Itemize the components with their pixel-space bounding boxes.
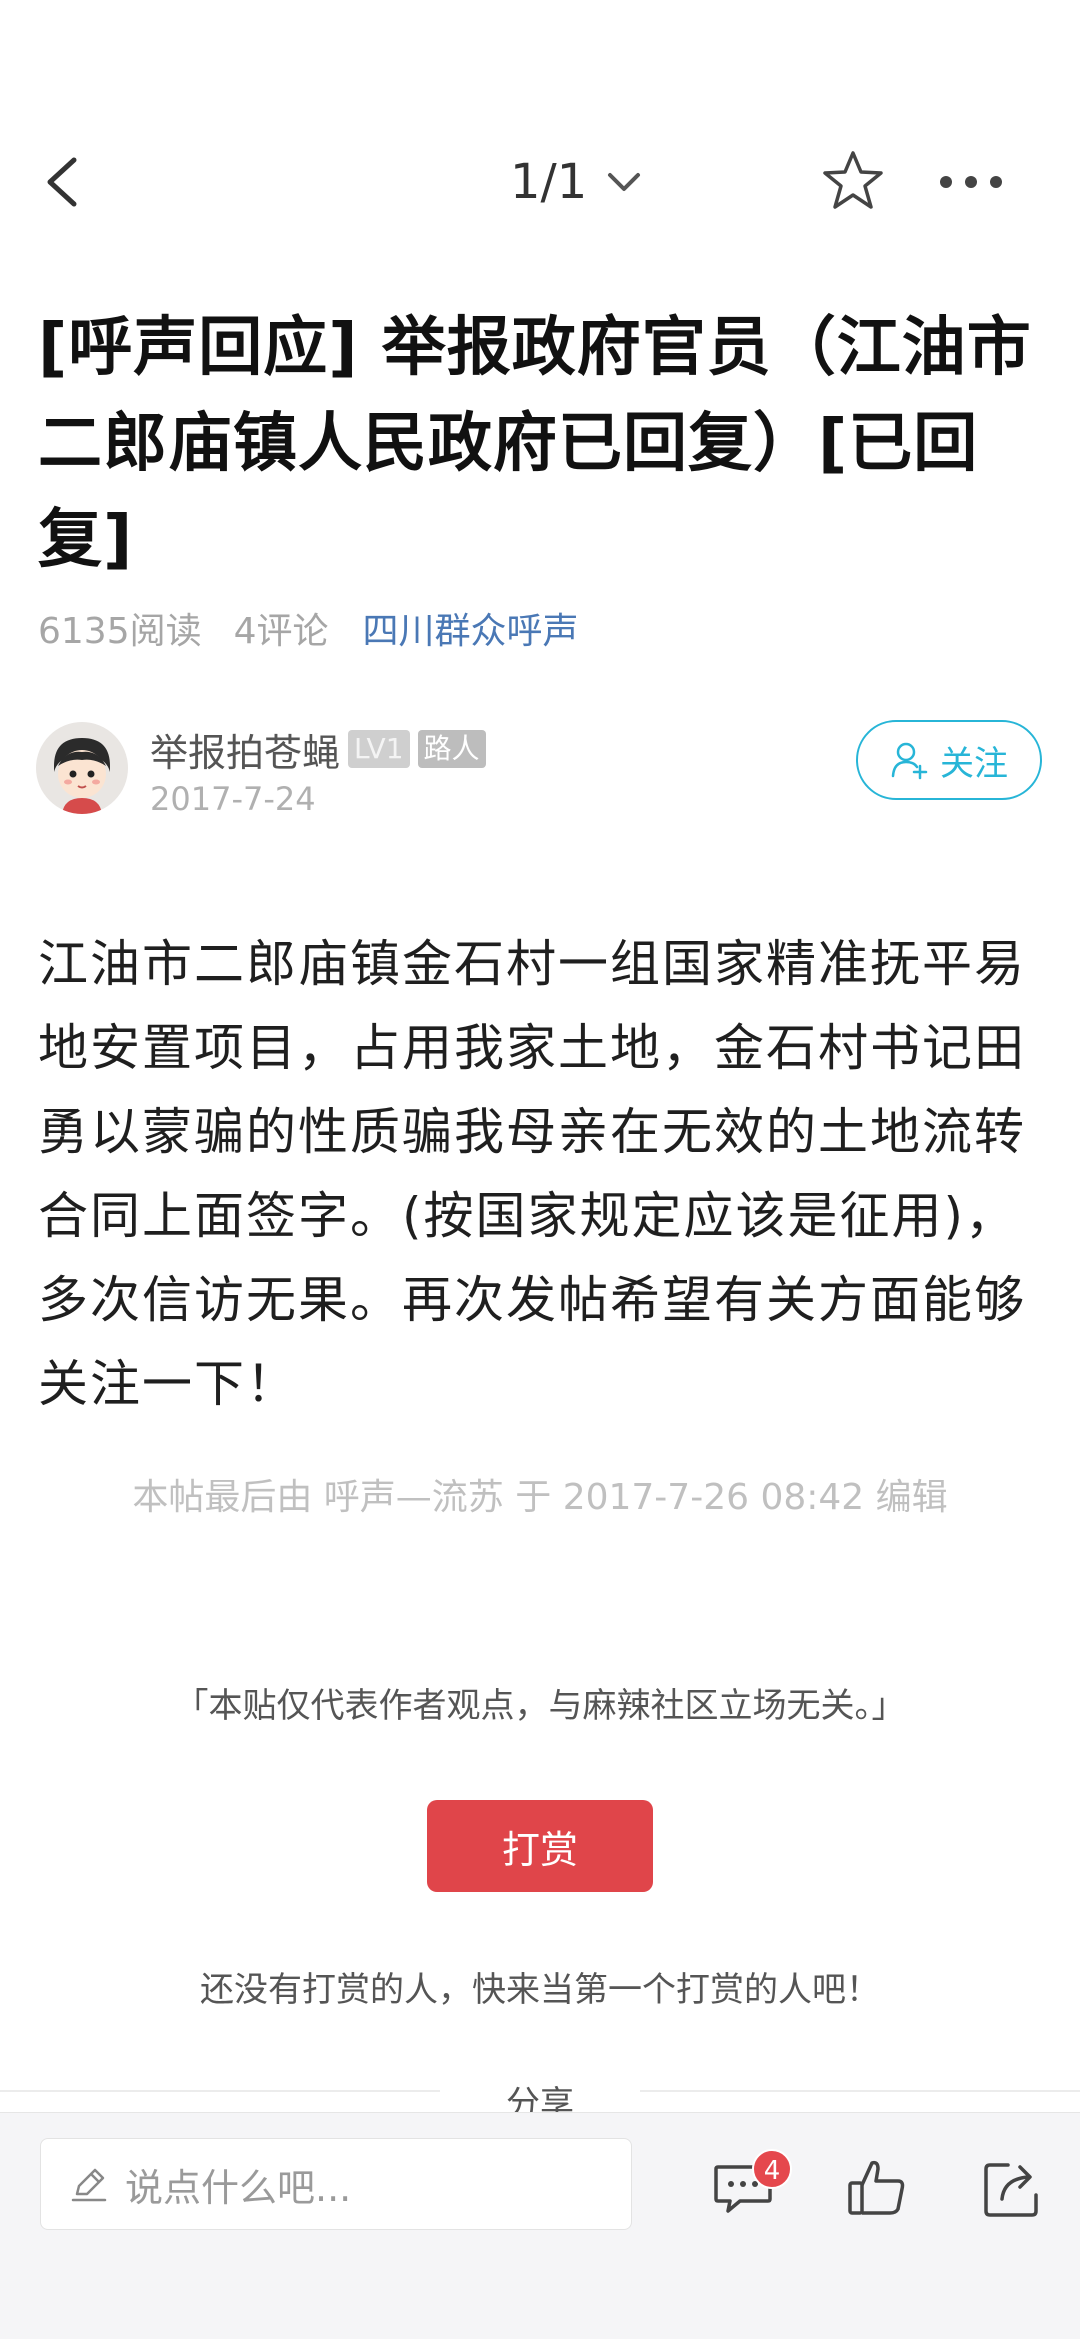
more-options-button[interactable] — [936, 160, 1006, 204]
disclaimer: 「本贴仅代表作者观点，与麻辣社区立场无关。」 — [174, 1686, 906, 1726]
chevron-left-icon — [47, 157, 77, 207]
share-icon — [984, 2163, 1038, 2217]
bottom-bar: 说点什么吧... 4 — [0, 2112, 1080, 2339]
back-button[interactable] — [36, 152, 96, 212]
comment-count-text: 4评论 — [233, 611, 329, 652]
author-info[interactable]: 举报拍苍蝇 LV1 路人 — [150, 722, 486, 776]
author-name: 举报拍苍蝇 — [150, 730, 341, 775]
more-icon — [940, 176, 1002, 188]
post-date: 2017-7-24 — [150, 780, 316, 818]
page-indicator: 1/1 — [510, 154, 588, 210]
reward-button[interactable]: 打赏 — [427, 1800, 653, 1892]
level-badge: LV1 — [348, 730, 410, 768]
avatar-image — [36, 722, 128, 814]
edit-note: 本帖最后由 呼声—流苏 于 2017-7-26 08:42 编辑 — [132, 1477, 948, 1518]
add-user-icon — [891, 742, 928, 780]
like-button[interactable] — [844, 2155, 910, 2221]
forum-link[interactable]: 四川群众呼声 — [363, 602, 579, 654]
reward-note: 还没有打赏的人，快来当第一个打赏的人吧！ — [200, 1970, 880, 2010]
share-button[interactable] — [980, 2155, 1046, 2221]
favorite-button[interactable] — [820, 148, 886, 214]
post-body: 江油市二郎庙镇金石村一组国家精准抚平易地安置项目，占用我家土地，金石村书记田勇以… — [38, 935, 1026, 1413]
comment-placeholder: 说点什么吧... — [125, 2165, 352, 2210]
follow-button[interactable]: 关注 — [856, 720, 1042, 800]
page-selector[interactable]: 1/1 — [510, 150, 641, 214]
follow-label: 关注 — [940, 743, 1008, 784]
pencil-icon — [71, 2168, 107, 2202]
comment-count-badge: 4 — [752, 2149, 792, 2189]
chevron-down-icon — [608, 173, 641, 191]
star-icon — [823, 151, 883, 209]
post-title: [呼声回应] 举报政府官员（江油市二郎庙镇人民政府已回复）[已回复] — [38, 311, 1032, 577]
comment-input[interactable]: 说点什么吧... — [40, 2138, 632, 2230]
avatar[interactable] — [36, 722, 128, 814]
thumbs-up-icon — [848, 2160, 905, 2215]
top-nav: 1/1 — [0, 120, 1080, 250]
post-meta: 6135阅读 4评论 四川群众呼声 — [38, 600, 579, 656]
read-count: 6135阅读 — [38, 611, 202, 652]
role-badge: 路人 — [417, 730, 486, 768]
